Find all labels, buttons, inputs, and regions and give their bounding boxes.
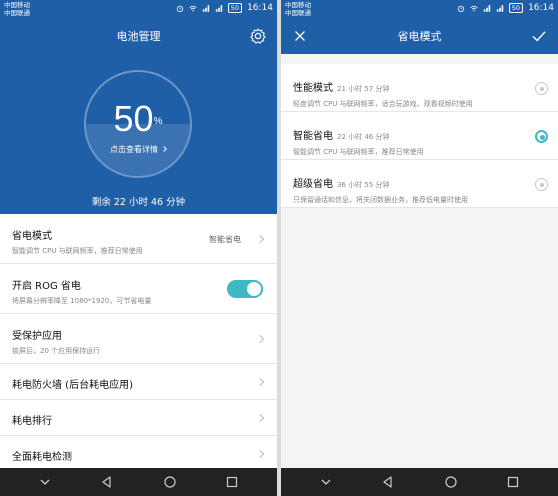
signal-icon-1	[202, 4, 209, 12]
row-full-power-check[interactable]: 全面耗电检测	[0, 436, 277, 472]
view-details-link[interactable]: 点击查看详情	[86, 144, 190, 155]
nav-back-icon[interactable]	[100, 475, 114, 489]
option-time: 21 小时 57 分钟	[337, 85, 390, 93]
header-area: 中国移动 中国联通 50 16:14 省电模式	[281, 0, 558, 54]
radio-dot	[539, 182, 544, 187]
page-title: 省电模式	[397, 30, 442, 43]
alarm-icon	[457, 5, 464, 12]
mode-options-list: 性能模式 21 小时 57 分钟 轻度调节 CPU 与联网频率，适合玩游戏、观看视…	[281, 64, 558, 208]
settings-list: 省电模式 智能调节 CPU 与联网频率，推荐日常使用 智能省电 开启 ROG 省…	[0, 214, 277, 472]
system-navigation-bar	[0, 468, 277, 496]
option-description: 只保留通话和信息，将关闭数据业务，推荐低电量时使用	[293, 196, 468, 204]
battery-percent-value: 50	[113, 98, 154, 139]
percent-unit: %	[153, 116, 163, 127]
close-icon[interactable]	[291, 27, 309, 45]
status-bar: 中国移动 中国联通 50 16:14	[0, 0, 277, 18]
power-saving-mode-screen: 中国移动 中国联通 50 16:14 省电模式 性能模式 21 小时 57 分钟 …	[281, 0, 558, 496]
nav-home-icon[interactable]	[163, 475, 177, 489]
clock: 16:14	[247, 3, 273, 13]
row-subtitle: 智能调节 CPU 与联网频率，推荐日常使用	[12, 247, 143, 255]
nav-recents-icon[interactable]	[225, 475, 239, 489]
header-area: 中国移动 中国联通 50 16:14 电池管理 50% 点击查看详情 剩余 22…	[0, 0, 277, 214]
radio-performance-mode[interactable]	[535, 82, 548, 95]
row-value: 智能省电	[209, 235, 241, 244]
option-time: 22 小时 46 分钟	[337, 133, 390, 141]
system-navigation-bar	[281, 468, 558, 496]
battery-percent: 50%	[86, 100, 190, 138]
wifi-icon	[470, 5, 478, 11]
option-ultra-saving[interactable]: 超级省电 36 小时 55 分钟 只保留通话和信息，将关闭数据业务，推荐低电量时使…	[281, 160, 558, 208]
page-title: 电池管理	[116, 30, 161, 43]
chevron-right-icon	[161, 146, 167, 152]
option-description: 轻度调节 CPU 与联网频率，适合玩游戏、观看视频时使用	[293, 100, 473, 108]
row-rog-power-saving[interactable]: 开启 ROG 省电 将屏幕分辨率降至 1080*1920，可节省电量	[0, 264, 277, 314]
check-icon[interactable]	[530, 27, 548, 45]
battery-ring[interactable]: 50% 点击查看详情	[84, 70, 192, 178]
option-description: 智能调节 CPU 与联网频率，推荐日常使用	[293, 148, 424, 156]
row-power-firewall[interactable]: 耗电防火墙 (后台耗电应用)	[0, 364, 277, 400]
battery-indicator: 50	[227, 3, 243, 13]
radio-ultra-saving[interactable]	[535, 178, 548, 191]
option-smart-saving[interactable]: 智能省电 22 小时 46 分钟 智能调节 CPU 与联网频率，推荐日常使用	[281, 112, 558, 160]
signal-icon-2	[496, 4, 503, 12]
status-indicators: 50 16:14	[457, 3, 554, 13]
app-bar: 电池管理	[0, 18, 277, 54]
toggle-knob	[247, 282, 261, 296]
status-indicators: 50 16:14	[176, 3, 273, 13]
row-title: 耗电防火墙 (后台耗电应用)	[12, 380, 133, 391]
signal-icon-1	[483, 4, 490, 12]
signal-icon-2	[215, 4, 222, 12]
option-title: 智能省电	[293, 131, 333, 142]
row-title: 耗电排行	[12, 416, 52, 427]
remaining-time: 剩余 22 小时 46 分钟	[91, 197, 186, 208]
status-bar: 中国移动 中国联通 50 16:14	[281, 0, 558, 18]
nav-back-icon[interactable]	[381, 475, 395, 489]
alarm-icon	[176, 5, 183, 12]
row-power-ranking[interactable]: 耗电排行	[0, 400, 277, 436]
row-subtitle: 锁屏后，20 个应用保持运行	[12, 347, 101, 355]
option-performance-mode[interactable]: 性能模式 21 小时 57 分钟 轻度调节 CPU 与联网频率，适合玩游戏、观看视…	[281, 64, 558, 112]
nav-collapse-icon[interactable]	[319, 475, 333, 489]
rog-toggle-switch[interactable]	[227, 280, 263, 298]
app-bar: 省电模式	[281, 18, 558, 54]
radio-dot	[539, 86, 544, 91]
nav-home-icon[interactable]	[444, 475, 458, 489]
battery-indicator: 50	[508, 3, 524, 13]
battery-hero: 50% 点击查看详情 剩余 22 小时 46 分钟	[0, 54, 277, 214]
nav-collapse-icon[interactable]	[38, 475, 52, 489]
row-protected-apps[interactable]: 受保护应用 锁屏后，20 个应用保持运行	[0, 314, 277, 364]
radio-dot	[539, 134, 545, 140]
nav-recents-icon[interactable]	[506, 475, 520, 489]
wifi-icon	[189, 5, 197, 11]
option-title: 超级省电	[293, 179, 333, 190]
option-title: 性能模式	[293, 83, 333, 94]
view-details-label: 点击查看详情	[110, 145, 158, 154]
row-title: 全面耗电检测	[12, 452, 72, 463]
radio-smart-saving[interactable]	[535, 130, 548, 143]
battery-management-screen: 中国移动 中国联通 50 16:14 电池管理 50% 点击查看详情 剩余 22…	[0, 0, 277, 496]
settings-gear-icon[interactable]	[249, 27, 267, 45]
row-title: 受保护应用	[12, 331, 62, 342]
row-power-saving-mode[interactable]: 省电模式 智能调节 CPU 与联网频率，推荐日常使用 智能省电	[0, 214, 277, 264]
clock: 16:14	[528, 3, 554, 13]
option-time: 36 小时 55 分钟	[337, 181, 390, 189]
